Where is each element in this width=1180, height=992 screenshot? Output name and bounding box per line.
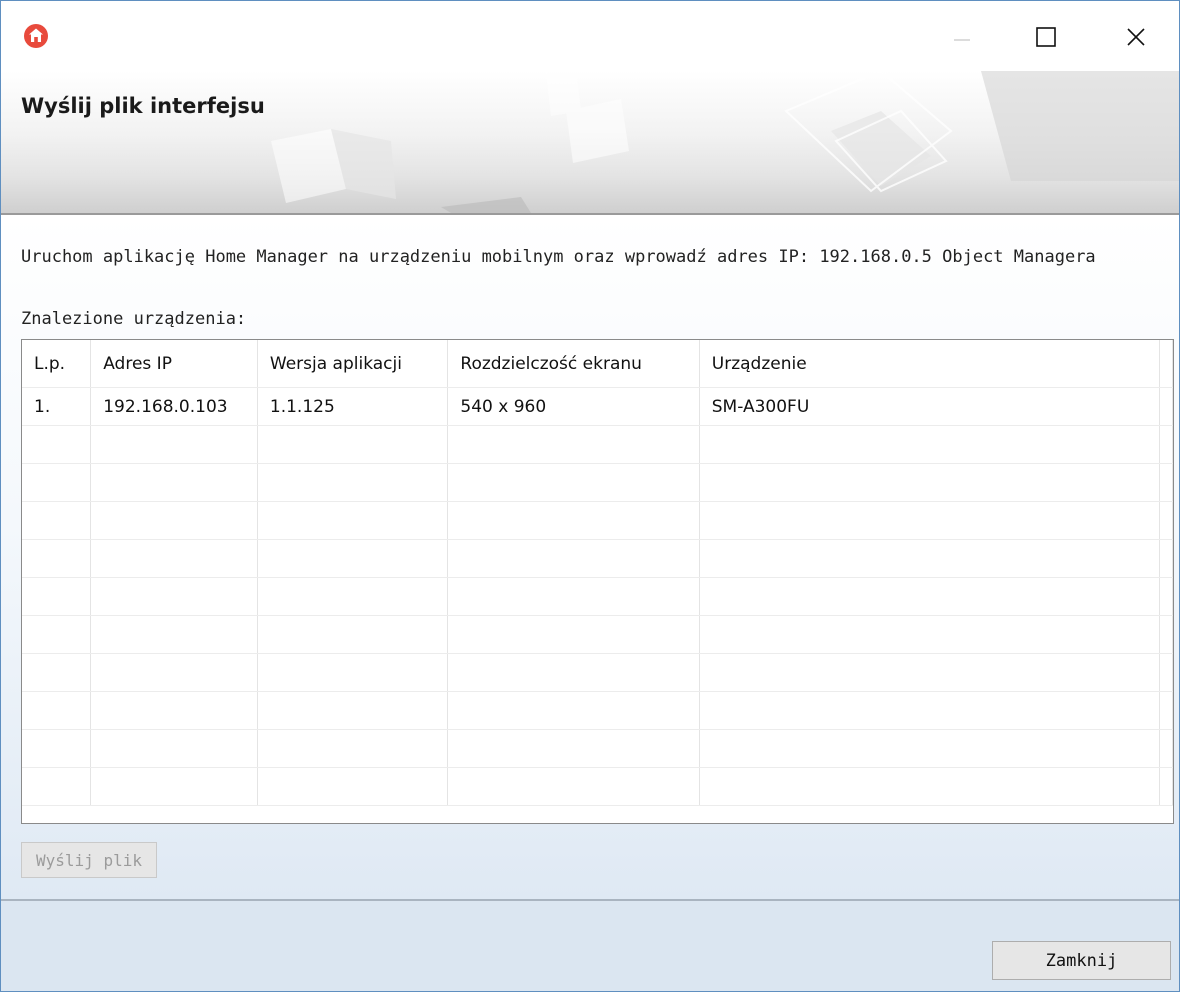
cell-lp: 1.	[22, 387, 92, 426]
close-icon	[1127, 28, 1145, 46]
devices-grid: L.p. Adres IP Wersja aplikacji Rozdzielc…	[22, 340, 1173, 806]
table-header-row: L.p. Adres IP Wersja aplikacji Rozdzielc…	[22, 340, 1173, 388]
column-header-resolution[interactable]: Rozdzielczość ekranu	[447, 340, 700, 388]
empty-row	[22, 501, 1173, 540]
empty-row	[22, 425, 1173, 464]
home-icon	[24, 24, 48, 48]
cube-decoration	[271, 71, 1179, 213]
dialog-window: Wyślij plik interfejsu Uruchom aplikację…	[0, 0, 1180, 992]
empty-row	[22, 653, 1173, 692]
empty-row	[22, 463, 1173, 502]
cell-app-version: 1.1.125	[257, 387, 449, 426]
main-content: Uruchom aplikację Home Manager na urządz…	[1, 215, 1179, 899]
maximize-button[interactable]	[1023, 15, 1069, 59]
cell-device: SM-A300FU	[699, 387, 1160, 426]
empty-row	[22, 691, 1173, 730]
column-header-lp[interactable]: L.p.	[22, 340, 92, 388]
minimize-icon	[954, 39, 970, 41]
empty-row	[22, 729, 1173, 768]
cell-resolution: 540 x 960	[447, 387, 700, 426]
column-header-filler	[1159, 340, 1173, 388]
column-header-ip[interactable]: Adres IP	[90, 340, 258, 388]
table-row[interactable]: 1. 192.168.0.103 1.1.125 540 x 960 SM-A3…	[22, 387, 1173, 426]
column-header-device[interactable]: Urządzenie	[699, 340, 1160, 388]
minimize-button[interactable]	[939, 15, 985, 59]
empty-row	[22, 615, 1173, 654]
maximize-icon	[1036, 27, 1056, 47]
close-button[interactable]: Zamknij	[992, 941, 1171, 980]
empty-row	[22, 767, 1173, 806]
found-devices-label: Znalezione urządzenia:	[21, 309, 247, 329]
header-banner: Wyślij plik interfejsu	[1, 71, 1179, 213]
instruction-text: Uruchom aplikację Home Manager na urządz…	[21, 247, 1096, 267]
empty-row	[22, 577, 1173, 616]
devices-table[interactable]: L.p. Adres IP Wersja aplikacji Rozdzielc…	[21, 339, 1174, 824]
cell-ip: 192.168.0.103	[90, 387, 258, 426]
empty-row	[22, 539, 1173, 578]
cell-filler	[1159, 387, 1173, 426]
send-file-button[interactable]: Wyślij plik	[21, 842, 157, 878]
column-header-app-version[interactable]: Wersja aplikacji	[257, 340, 449, 388]
dialog-title: Wyślij plik interfejsu	[21, 94, 265, 118]
close-window-button[interactable]	[1113, 15, 1159, 59]
title-bar	[1, 1, 1179, 71]
footer-bar: Zamknij	[1, 901, 1179, 991]
